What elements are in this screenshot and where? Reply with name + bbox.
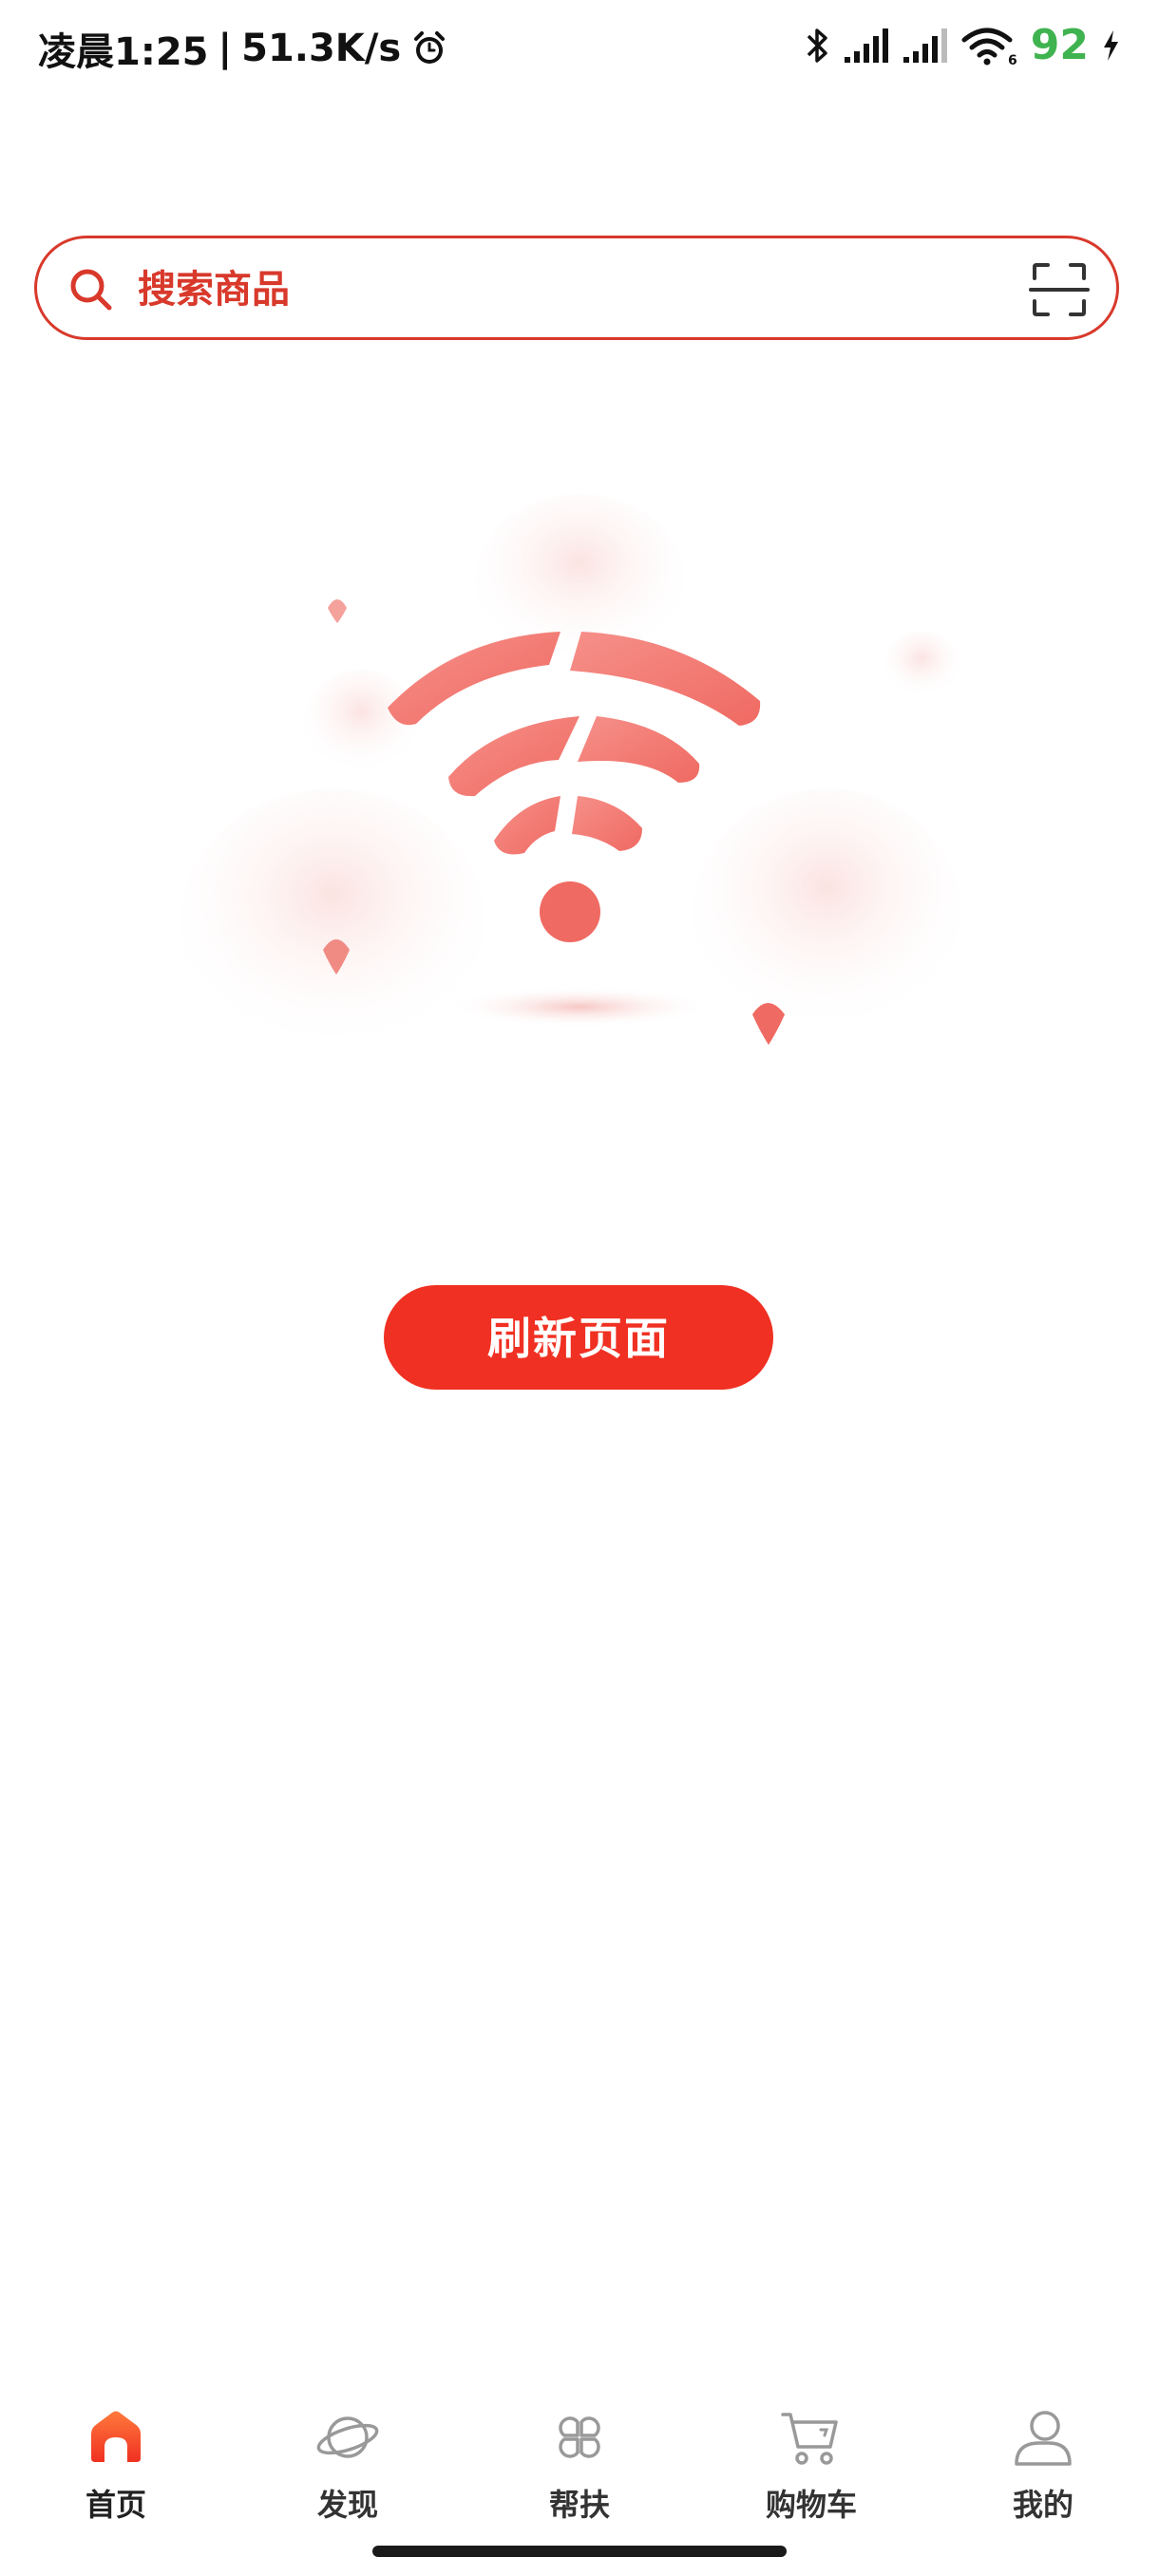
battery-level: 92 — [1030, 21, 1089, 69]
tab-discover-label: 发现 — [316, 2487, 378, 2523]
refresh-button[interactable]: 刷新页面 — [384, 1285, 773, 1390]
tab-cart-label: 购物车 — [765, 2487, 857, 2523]
network-speed: 51.3K/s — [241, 27, 402, 70]
cart-icon — [781, 2413, 838, 2465]
tab-cart[interactable]: 购物车 — [695, 2394, 927, 2536]
tab-home-label: 首页 — [85, 2487, 146, 2523]
status-separator: | — [218, 27, 233, 70]
scan-icon[interactable] — [1029, 259, 1090, 320]
tab-mine-label: 我的 — [1012, 2487, 1074, 2523]
tab-mine[interactable]: 我的 — [927, 2394, 1159, 2536]
no-network-illustration — [180, 494, 960, 1054]
wifi-icon: 6 — [961, 28, 1017, 66]
charging-icon — [1104, 29, 1118, 61]
status-time: 凌晨1:25 — [38, 30, 209, 74]
home-indicator[interactable] — [372, 2546, 787, 2557]
search-icon[interactable] — [66, 264, 117, 315]
status-bar: 凌晨1:25 | 51.3K/s 6 92 — [0, 0, 1159, 99]
svg-text:6: 6 — [1008, 53, 1017, 66]
planet-icon — [316, 2416, 379, 2458]
user-icon — [1015, 2411, 1072, 2466]
bluetooth-icon — [807, 28, 827, 63]
status-left: 凌晨1:25 | 51.3K/s — [38, 21, 448, 76]
search-input[interactable]: 搜索商品 — [138, 263, 290, 316]
signal-icon — [844, 28, 888, 63]
signal-icon — [902, 28, 947, 63]
home-icon — [91, 2411, 141, 2462]
tab-help[interactable]: 帮扶 — [464, 2394, 695, 2536]
search-bar[interactable]: 搜索商品 — [34, 236, 1119, 340]
tab-home[interactable]: 首页 — [0, 2394, 232, 2536]
tab-discover[interactable]: 发现 — [232, 2394, 464, 2536]
bottom-nav: 首页 发现 帮扶 购物车 我的 — [0, 2394, 1159, 2536]
clover-icon — [559, 2416, 600, 2458]
status-right: 6 92 — [803, 21, 1121, 69]
tab-help-label: 帮扶 — [548, 2487, 610, 2523]
alarm-icon — [414, 31, 446, 64]
